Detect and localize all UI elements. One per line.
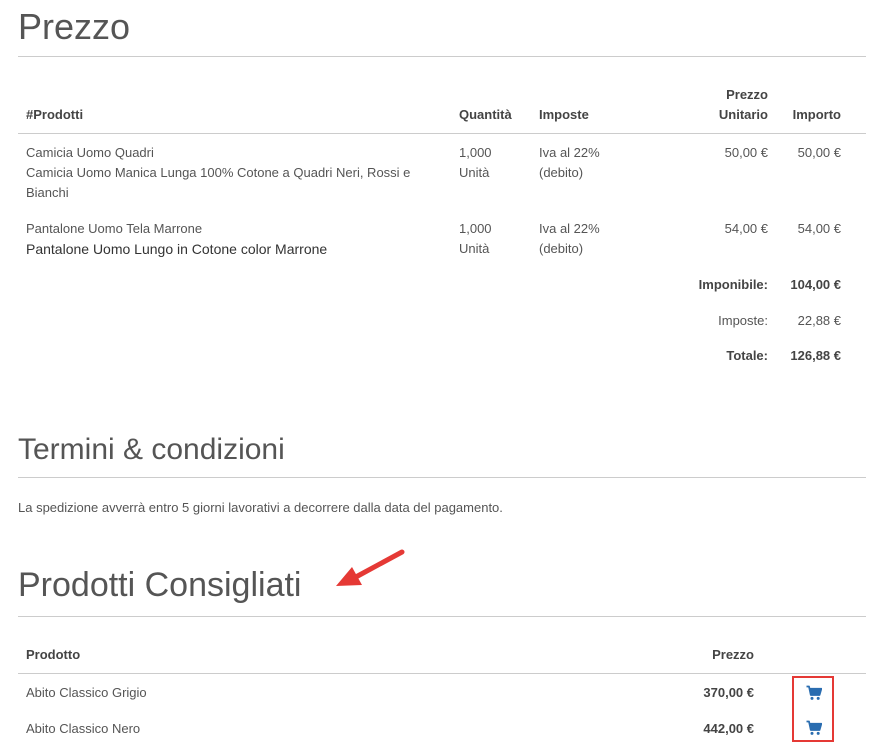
product-tax: Iva al 22% (539, 221, 600, 236)
product-unit-price: 54,00 € (724, 221, 768, 236)
total-label: Totale: (726, 348, 768, 363)
price-table-header-divider (18, 133, 866, 134)
product-name: Pantalone Uomo Tela Marrone (26, 221, 203, 236)
product-quantity: 1,000 (459, 221, 492, 236)
price-section-divider (18, 56, 866, 57)
header-taxes: Imposte (539, 107, 589, 122)
recommended-table-header-divider (18, 673, 866, 674)
price-section-title: Prezzo (18, 6, 131, 47)
recommended-product-name: Abito Classico Nero (26, 721, 141, 736)
product-tax-type: (debito) (539, 241, 584, 256)
header-product: #Prodotti (26, 107, 84, 122)
header-price: Prezzo (712, 647, 754, 662)
product-tax: Iva al 22% (539, 145, 600, 160)
header-unit-price-line2: Unitario (718, 107, 768, 122)
terms-text: La spedizione avverrà entro 5 giorni lav… (18, 500, 503, 515)
header-unit-price: Prezzo Unitario (690, 85, 768, 125)
taxable-value: 104,00 € (790, 277, 841, 292)
header-amount: Importo (792, 107, 841, 122)
product-unit: Unità (459, 165, 490, 180)
recommended-section-title: Prodotti Consigliati (18, 566, 302, 604)
header-product: Prodotto (26, 647, 81, 662)
product-unit-price: 50,00 € (724, 145, 768, 160)
product-unit: Unità (459, 241, 490, 256)
recommended-section-divider (18, 616, 866, 617)
product-description: Pantalone Uomo Lungo in Cotone color Mar… (26, 241, 328, 257)
taxes-label: Imposte: (718, 313, 768, 328)
cart-icon[interactable] (806, 720, 822, 736)
product-description: Camicia Uomo Manica Lunga 100% Cotone a … (26, 165, 411, 180)
header-unit-price-line1: Prezzo (726, 87, 768, 102)
product-quantity: 1,000 (459, 145, 492, 160)
header-quantity: Quantità (459, 107, 512, 122)
terms-section-title: Termini & condizioni (18, 433, 285, 466)
recommended-product-name: Abito Classico Grigio (26, 685, 147, 700)
product-amount: 50,00 € (797, 145, 841, 160)
taxable-label: Imponibile: (698, 277, 768, 292)
product-description-cont: Bianchi (26, 185, 69, 200)
product-amount: 54,00 € (797, 221, 841, 236)
recommended-product-price: 442,00 € (703, 721, 754, 736)
recommended-product-price: 370,00 € (703, 685, 754, 700)
taxes-value: 22,88 € (797, 313, 841, 328)
total-value: 126,88 € (790, 348, 841, 363)
terms-section-divider (18, 477, 866, 478)
product-tax-type: (debito) (539, 165, 584, 180)
product-name: Camicia Uomo Quadri (26, 145, 154, 160)
annotation-arrow-icon (336, 549, 405, 586)
cart-icon[interactable] (806, 685, 822, 701)
